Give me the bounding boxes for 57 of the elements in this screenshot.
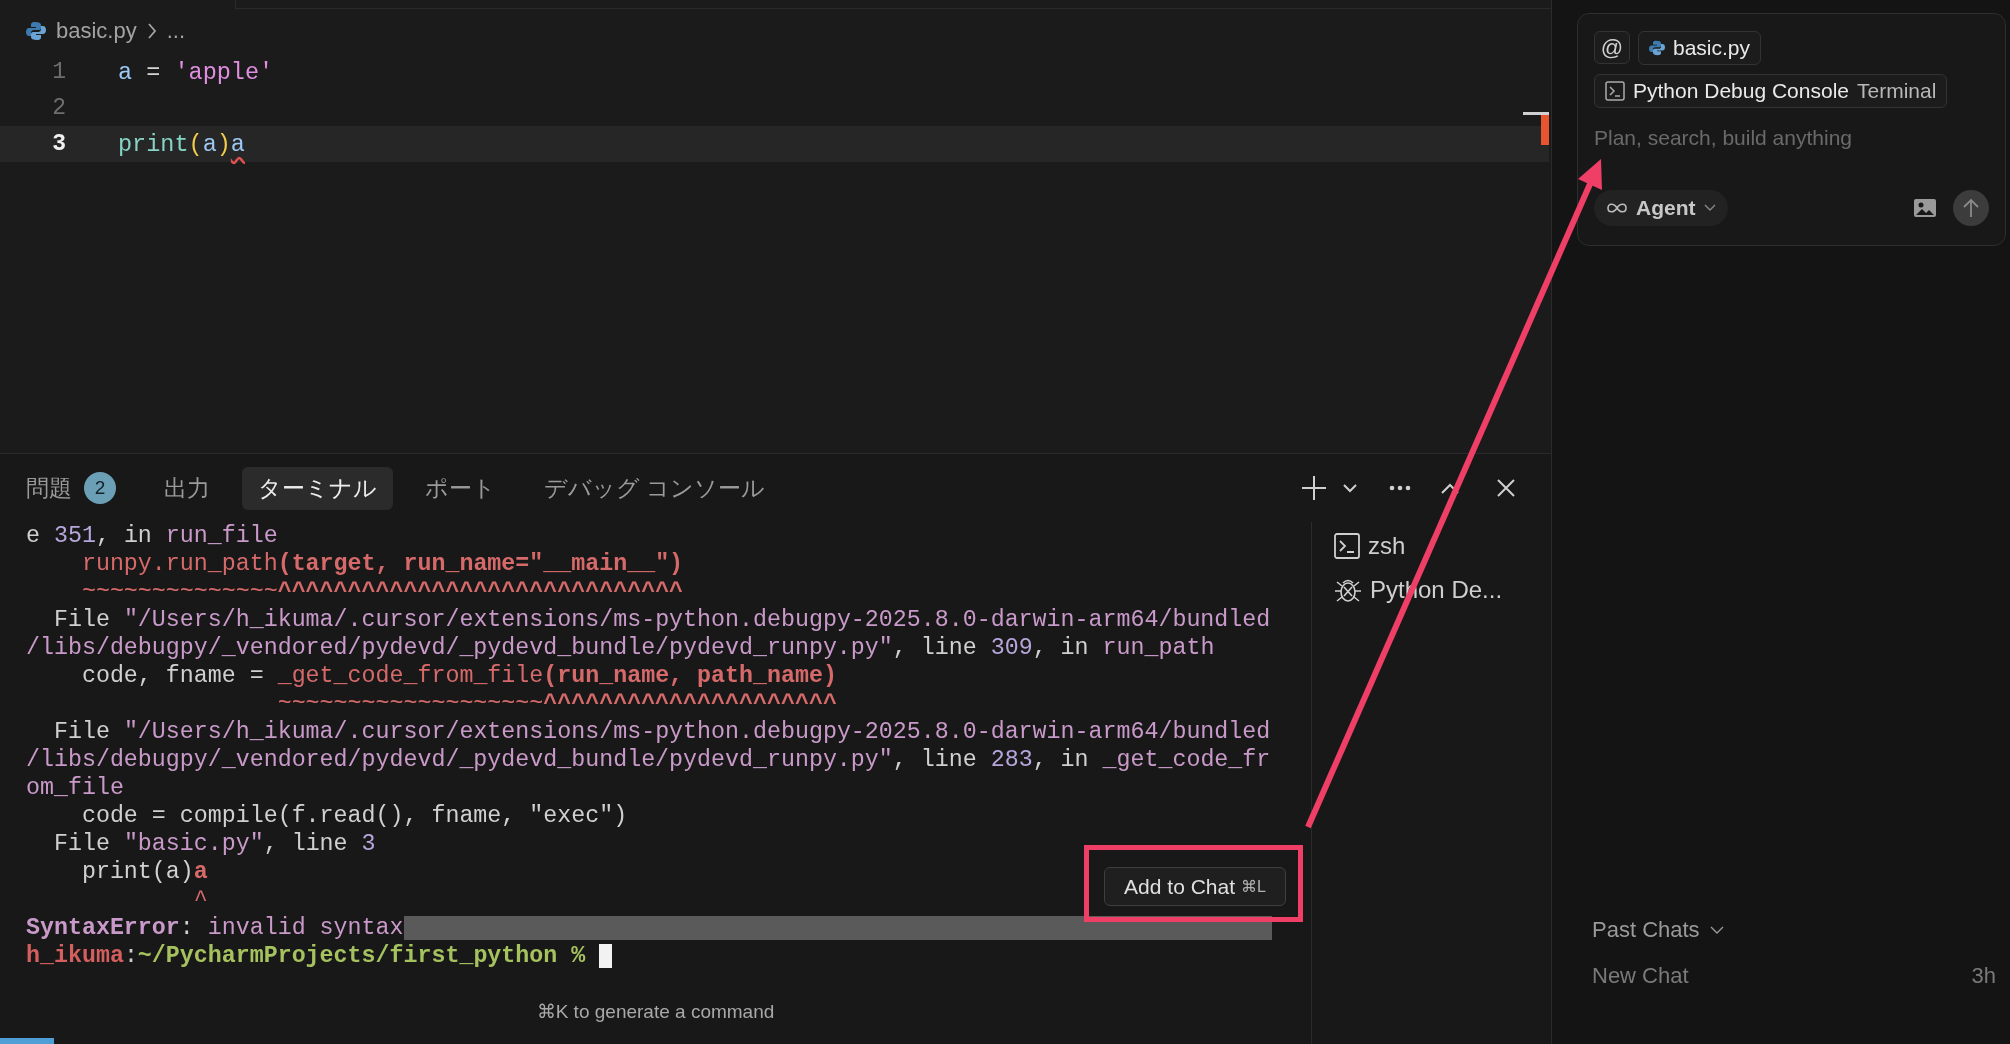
panel-tab[interactable]: 出力	[148, 466, 226, 510]
count-badge: 2	[84, 472, 116, 504]
chevron-down-icon[interactable]	[1343, 483, 1357, 493]
terminal-line: File "/Users/h_ikuma/.cursor/extensions/ms-python.debugpy-2025.8.0-darwin-arm64/bundled	[52, 606, 1271, 634]
chevron-down-icon	[1703, 204, 1716, 212]
terminal-line: /libs/debugpy/_vendored/pydevd/_pydevd_bundle/pydevd_runpy.py", line 309, in run_path	[26, 634, 1215, 662]
terminal-line: code = compile(f.read(), fname, "exec")	[80, 802, 628, 830]
line-number: 1	[51, 59, 66, 85]
chevron-down-icon	[1709, 925, 1724, 935]
terminal-line: File "/Users/h_ikuma/.cursor/extensions/ms-python.debugpy-2025.8.0-darwin-arm64/bundled	[52, 718, 1271, 746]
context-chip[interactable]: basic.py	[1638, 31, 1762, 65]
panel-tab[interactable]: 問題 2	[10, 466, 132, 510]
arrow-up-icon	[1963, 198, 1979, 218]
python-icon	[26, 21, 46, 41]
image-icon[interactable]	[1913, 198, 1937, 218]
mention-button[interactable]: @	[1594, 31, 1630, 64]
add-to-chat-button[interactable]: Add to Chat ⌘L	[1104, 867, 1286, 906]
terminal-line: ~~~~~~~~~~~~~~~~~~~^^^^^^^^^^^^^^^^^^^^^	[276, 690, 837, 718]
panel-tab[interactable]: ポート	[409, 466, 512, 510]
breadcrumb-item[interactable]: basic.py	[56, 18, 137, 44]
terminal-line: ^	[192, 886, 208, 914]
error-marker	[1523, 112, 1549, 145]
code-line: print(a)a	[118, 130, 245, 158]
chat-input[interactable]: Plan, search, build anything	[1594, 120, 1974, 156]
chevron-icon	[146, 22, 157, 40]
panel-tab[interactable]: デバッグ コンソール	[528, 466, 782, 510]
terminal-line: runpy.run_path(target, run_name="__main__")	[80, 550, 684, 578]
progress-indicator	[0, 1038, 54, 1044]
terminal-line: print(a)a	[80, 858, 208, 886]
breadcrumb-item[interactable]: ...	[166, 18, 186, 44]
plus-icon[interactable]	[1301, 475, 1327, 501]
chat-time: 3h	[1971, 963, 1996, 989]
command-hint: ⌘K to generate a command	[536, 1000, 775, 1023]
terminal-line: e 351, in run_file	[26, 522, 278, 550]
panel-tab[interactable]: ターミナル	[242, 466, 393, 510]
code-line: a = 'apple'	[118, 58, 274, 86]
line-number: 3	[51, 131, 66, 157]
chat-history-item[interactable]: New Chat	[1592, 963, 1689, 989]
close-icon[interactable]	[1497, 479, 1515, 497]
terminal-line: /libs/debugpy/_vendored/pydevd/_pydevd_bundle/pydevd_runpy.py", line 283, in _get_code_fr	[26, 746, 1271, 774]
python-icon	[1649, 40, 1665, 56]
terminal-item[interactable]: zsh	[1334, 524, 1551, 568]
more-icon[interactable]	[1389, 485, 1411, 491]
terminal-line: File "basic.py", line 3	[52, 830, 376, 858]
terminal-line: h_ikuma:~/PycharmProjects/first_python %	[26, 942, 586, 970]
send-button[interactable]	[1953, 190, 1989, 226]
terminal-line: SyntaxError: invalid syntax	[26, 914, 404, 942]
line-number: 2	[51, 95, 66, 121]
mode-selector[interactable]: Agent	[1594, 190, 1728, 226]
context-chip[interactable]: Python Debug Console Terminal	[1594, 74, 1948, 108]
infinity-icon	[1606, 202, 1628, 214]
past-chats-toggle[interactable]: Past Chats	[1577, 912, 1730, 948]
terminal-icon	[1334, 533, 1360, 559]
terminal-line: om_file	[26, 774, 124, 802]
terminal-line: ~~~~~~~~~~~~~~^^^^^^^^^^^^^^^^^^^^^^^^^^^^^	[80, 578, 684, 606]
terminal-line: code, fname = _get_code_from_file(run_name, path_name)	[80, 662, 837, 690]
terminal-icon	[1605, 81, 1625, 101]
